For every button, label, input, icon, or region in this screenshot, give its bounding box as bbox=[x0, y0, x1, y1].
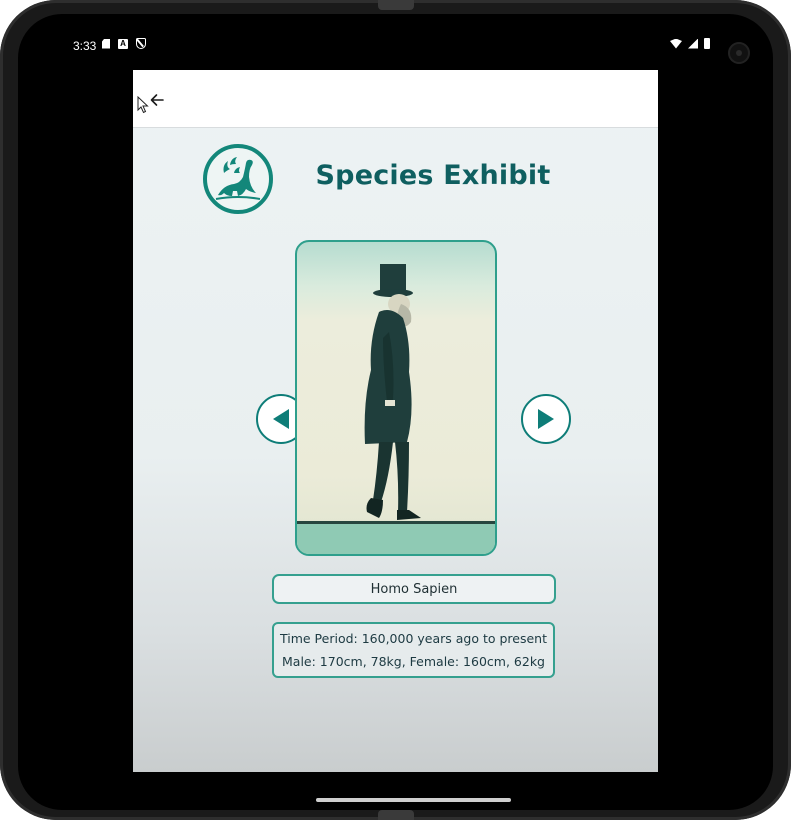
mouse-cursor-icon bbox=[137, 96, 149, 114]
shield-icon bbox=[136, 38, 146, 49]
species-name-box: Homo Sapien bbox=[272, 574, 556, 604]
card-ground bbox=[297, 521, 495, 554]
status-bar: 3:33 A bbox=[18, 14, 773, 70]
triangle-right-icon bbox=[538, 409, 554, 429]
status-icons-left: A bbox=[102, 38, 146, 49]
device-frame: 3:33 A Species Exhibit Homo Sapien Time … bbox=[0, 0, 791, 820]
status-time: 3:33 bbox=[73, 39, 97, 53]
species-info-box: Time Period: 160,000 years ago to presen… bbox=[272, 622, 555, 678]
species-name: Homo Sapien bbox=[370, 581, 458, 597]
time-period-text: Time Period: 160,000 years ago to presen… bbox=[279, 631, 548, 646]
signal-icon bbox=[688, 38, 698, 49]
app-bar bbox=[133, 70, 658, 128]
device-screen: 3:33 A Species Exhibit Homo Sapien Time … bbox=[18, 14, 773, 810]
a-notification-icon: A bbox=[118, 38, 128, 49]
sim-card-icon bbox=[102, 38, 110, 49]
status-icons-right bbox=[670, 38, 710, 49]
front-camera bbox=[728, 42, 750, 64]
species-image bbox=[295, 240, 497, 556]
wifi-icon bbox=[670, 38, 682, 49]
walking-man-illustration bbox=[364, 264, 421, 520]
gesture-navigation-bar[interactable] bbox=[316, 798, 511, 802]
hinge-bottom bbox=[378, 810, 414, 820]
arrow-left-icon bbox=[150, 94, 164, 106]
hinge-top bbox=[378, 0, 414, 10]
page-title: Species Exhibit bbox=[315, 160, 551, 191]
battery-icon bbox=[704, 38, 710, 49]
app-screen: Species Exhibit Homo Sapien Time Period:… bbox=[133, 70, 658, 772]
size-info-text: Male: 170cm, 78kg, Female: 160cm, 62kg bbox=[282, 654, 545, 669]
triangle-left-icon bbox=[273, 409, 289, 429]
dinosaur-logo-graphic bbox=[215, 157, 261, 200]
next-species-button[interactable] bbox=[521, 394, 571, 444]
dinosaur-logo-icon bbox=[203, 144, 273, 214]
